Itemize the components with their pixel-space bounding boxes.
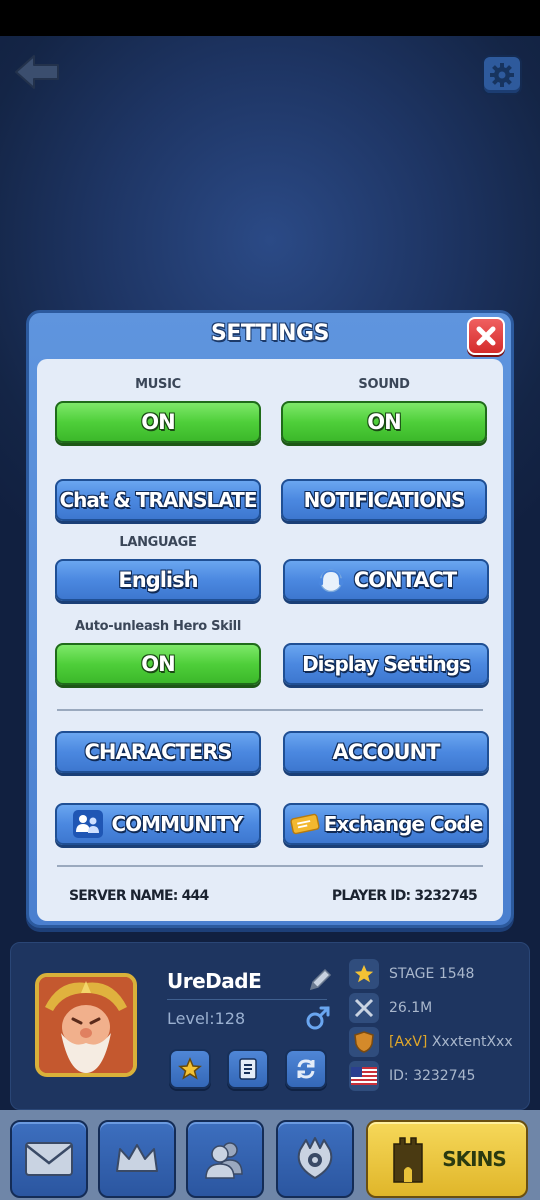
us-flag-icon	[349, 1061, 379, 1091]
guild-name: XxxtentXxx	[431, 1034, 513, 1050]
language-button[interactable]: English	[55, 559, 261, 601]
close-button[interactable]	[467, 317, 505, 355]
notifications-button[interactable]: NOTIFICATIONS	[281, 479, 487, 521]
gear-button[interactable]	[482, 55, 522, 95]
nav-skins-button[interactable]: SKINS	[366, 1120, 528, 1198]
bottom-nav: SKINS	[0, 1110, 540, 1200]
refresh-icon	[297, 1059, 315, 1079]
power-stat: 26.1M	[349, 993, 432, 1023]
ticket-icon	[290, 809, 320, 839]
characters-button[interactable]: CHARACTERS	[55, 731, 261, 773]
music-toggle-label: ON	[141, 410, 175, 434]
back-arrow-icon	[15, 55, 59, 89]
details-button[interactable]	[227, 1049, 269, 1089]
divider-bottom	[57, 865, 483, 867]
guild-tag: [AxV]	[389, 1034, 428, 1050]
settings-panel: MUSIC SOUND ON ON Chat & TRANSLATE NOTIF…	[37, 359, 503, 921]
community-label: COMMUNITY	[111, 812, 243, 836]
language-value: English	[118, 568, 198, 592]
crossed-swords-icon	[349, 993, 379, 1023]
nav-ranking-button[interactable]	[98, 1120, 176, 1198]
status-bar	[0, 0, 540, 36]
auto-unleash-toggle-button[interactable]: ON	[55, 643, 261, 685]
auto-unleash-label: Auto-unleash Hero Skill	[75, 619, 241, 634]
display-settings-button[interactable]: Display Settings	[283, 643, 489, 685]
document-icon	[239, 1058, 257, 1080]
chat-translate-label: Chat & TRANSLATE	[59, 488, 258, 512]
skins-label: SKINS	[442, 1147, 506, 1171]
headset-icon	[316, 565, 346, 595]
account-label: ACCOUNT	[332, 740, 441, 764]
switch-button[interactable]	[285, 1049, 327, 1089]
mail-icon	[25, 1142, 73, 1176]
account-button[interactable]: ACCOUNT	[283, 731, 489, 773]
contact-label: CONTACT	[353, 568, 458, 592]
player-level: Level:128	[167, 1009, 246, 1028]
sound-toggle-button[interactable]: ON	[281, 401, 487, 443]
castle-icon	[393, 1137, 423, 1183]
exchange-code-button[interactable]: Exchange Code	[283, 803, 489, 845]
exchange-code-label: Exchange Code	[323, 812, 484, 836]
server-name: SERVER NAME: 444	[69, 888, 209, 904]
community-button[interactable]: COMMUNITY	[55, 803, 261, 845]
player-profile-card: UreDadE Level:128 STAGE 1548 26.1M [AxV]…	[10, 942, 530, 1110]
back-button[interactable]	[12, 52, 62, 92]
chat-translate-button[interactable]: Chat & TRANSLATE	[55, 479, 261, 521]
auto-unleash-value: ON	[141, 652, 175, 676]
gender-button[interactable]	[305, 1005, 331, 1031]
modal-title: SETTINGS	[211, 321, 329, 346]
monster-icon	[297, 1137, 333, 1179]
guild-shield-icon	[349, 1027, 379, 1057]
name-underline	[167, 999, 327, 1000]
sound-toggle-label: ON	[367, 410, 401, 434]
star-icon	[349, 959, 379, 989]
guild-stat[interactable]: [AxV] XxxtentXxx	[349, 1027, 513, 1057]
nav-mail-button[interactable]	[10, 1120, 88, 1198]
edit-name-button[interactable]	[305, 965, 335, 995]
pencil-icon	[309, 968, 332, 991]
avatar[interactable]	[35, 973, 137, 1077]
stage-stat: STAGE 1548	[349, 959, 474, 989]
nav-friends-button[interactable]	[186, 1120, 264, 1198]
notifications-label: NOTIFICATIONS	[303, 488, 466, 512]
sound-label: SOUND	[358, 377, 410, 392]
nav-monster-button[interactable]	[276, 1120, 354, 1198]
id-stat: ID: 3232745	[349, 1061, 475, 1091]
music-toggle-button[interactable]: ON	[55, 401, 261, 443]
language-label: LANGUAGE	[119, 535, 197, 550]
display-settings-label: Display Settings	[302, 652, 471, 676]
player-id: PLAYER ID: 3232745	[331, 888, 478, 904]
crown-icon	[116, 1144, 158, 1172]
player-name: UreDadE	[167, 969, 262, 993]
friends-icon	[205, 1142, 243, 1179]
power-value: 26.1M	[389, 1000, 433, 1016]
contact-button[interactable]: CONTACT	[283, 559, 489, 601]
characters-label: CHARACTERS	[84, 740, 232, 764]
gear-icon	[490, 63, 514, 87]
music-label: MUSIC	[135, 377, 181, 392]
close-icon	[476, 326, 496, 346]
star-icon	[178, 1057, 202, 1080]
male-icon	[306, 1006, 330, 1030]
people-icon	[73, 809, 104, 839]
settings-modal: SETTINGS MUSIC SOUND ON ON Chat & TRANSL…	[26, 310, 514, 928]
stage-value: STAGE 1548	[389, 966, 475, 982]
divider-top	[57, 709, 483, 711]
id-value: ID: 3232745	[389, 1068, 476, 1084]
favorite-button[interactable]	[169, 1049, 211, 1089]
